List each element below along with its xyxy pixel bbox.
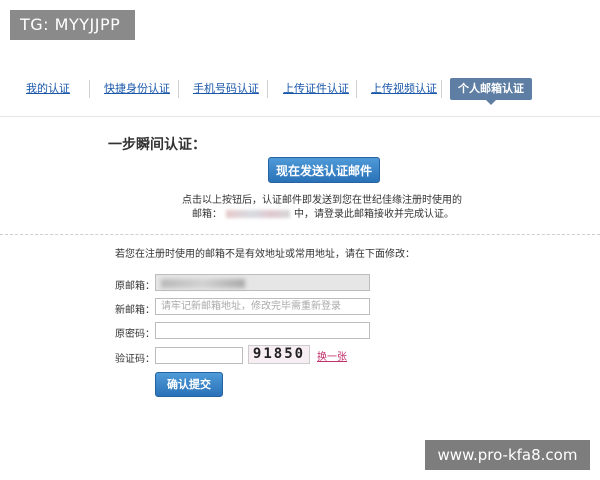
password-input[interactable] (155, 322, 370, 339)
captcha-input[interactable] (155, 347, 243, 364)
tab-upload-id[interactable]: 上传证件认证 (283, 78, 349, 100)
new-email-label: 新邮箱： (115, 305, 155, 316)
refresh-captcha-link[interactable]: 换一张 (317, 348, 347, 363)
tab-separator (89, 80, 90, 98)
original-email-label: 原邮箱： (115, 281, 155, 292)
tab-separator (356, 80, 357, 98)
tab-email-verification[interactable]: 个人邮箱认证 (450, 78, 532, 105)
info-text-line1: 点击以上按钮后，认证邮件即发送到您在世纪佳缘注册时使用的 (182, 195, 462, 206)
section-title: 一步瞬间认证： (108, 137, 206, 153)
redacted-original-email (161, 279, 245, 288)
dashed-divider (0, 234, 600, 235)
watermark-top-left: TG: MYYJJPP (10, 10, 135, 40)
password-label: 原密码： (115, 329, 155, 340)
info-text-line2: 邮箱： 中，请登录此邮箱接收并完成认证。 (192, 205, 454, 220)
tab-divider (0, 116, 600, 117)
tab-upload-video[interactable]: 上传视频认证 (371, 78, 437, 100)
tab-separator (267, 80, 268, 98)
captcha-label: 验证码： (115, 354, 155, 365)
captcha-image: 91850 (248, 345, 310, 364)
tab-separator (441, 80, 442, 98)
tab-phone-verification[interactable]: 手机号码认证 (193, 78, 259, 100)
submit-button[interactable]: 确认提交 (155, 372, 223, 397)
redacted-email (226, 210, 290, 218)
info-email-prefix: 邮箱： (192, 209, 222, 220)
change-email-note: 若您在注册时使用的邮箱不是有效地址或常用地址，请在下面修改： (115, 249, 415, 260)
tab-separator (178, 80, 179, 98)
watermark-bottom-right: www.pro-kfa8.com (425, 440, 590, 470)
tab-my-verification[interactable]: 我的认证 (26, 78, 70, 100)
tab-quick-identity[interactable]: 快捷身份认证 (104, 78, 170, 100)
new-email-input[interactable] (155, 298, 370, 315)
tab-bar: 我的认证 快捷身份认证 手机号码认证 上传证件认证 上传视频认证 个人邮箱认证 (0, 78, 600, 114)
send-verification-email-button[interactable]: 现在发送认证邮件 (268, 157, 380, 183)
info-email-suffix: 中，请登录此邮箱接收并完成认证。 (294, 209, 454, 220)
